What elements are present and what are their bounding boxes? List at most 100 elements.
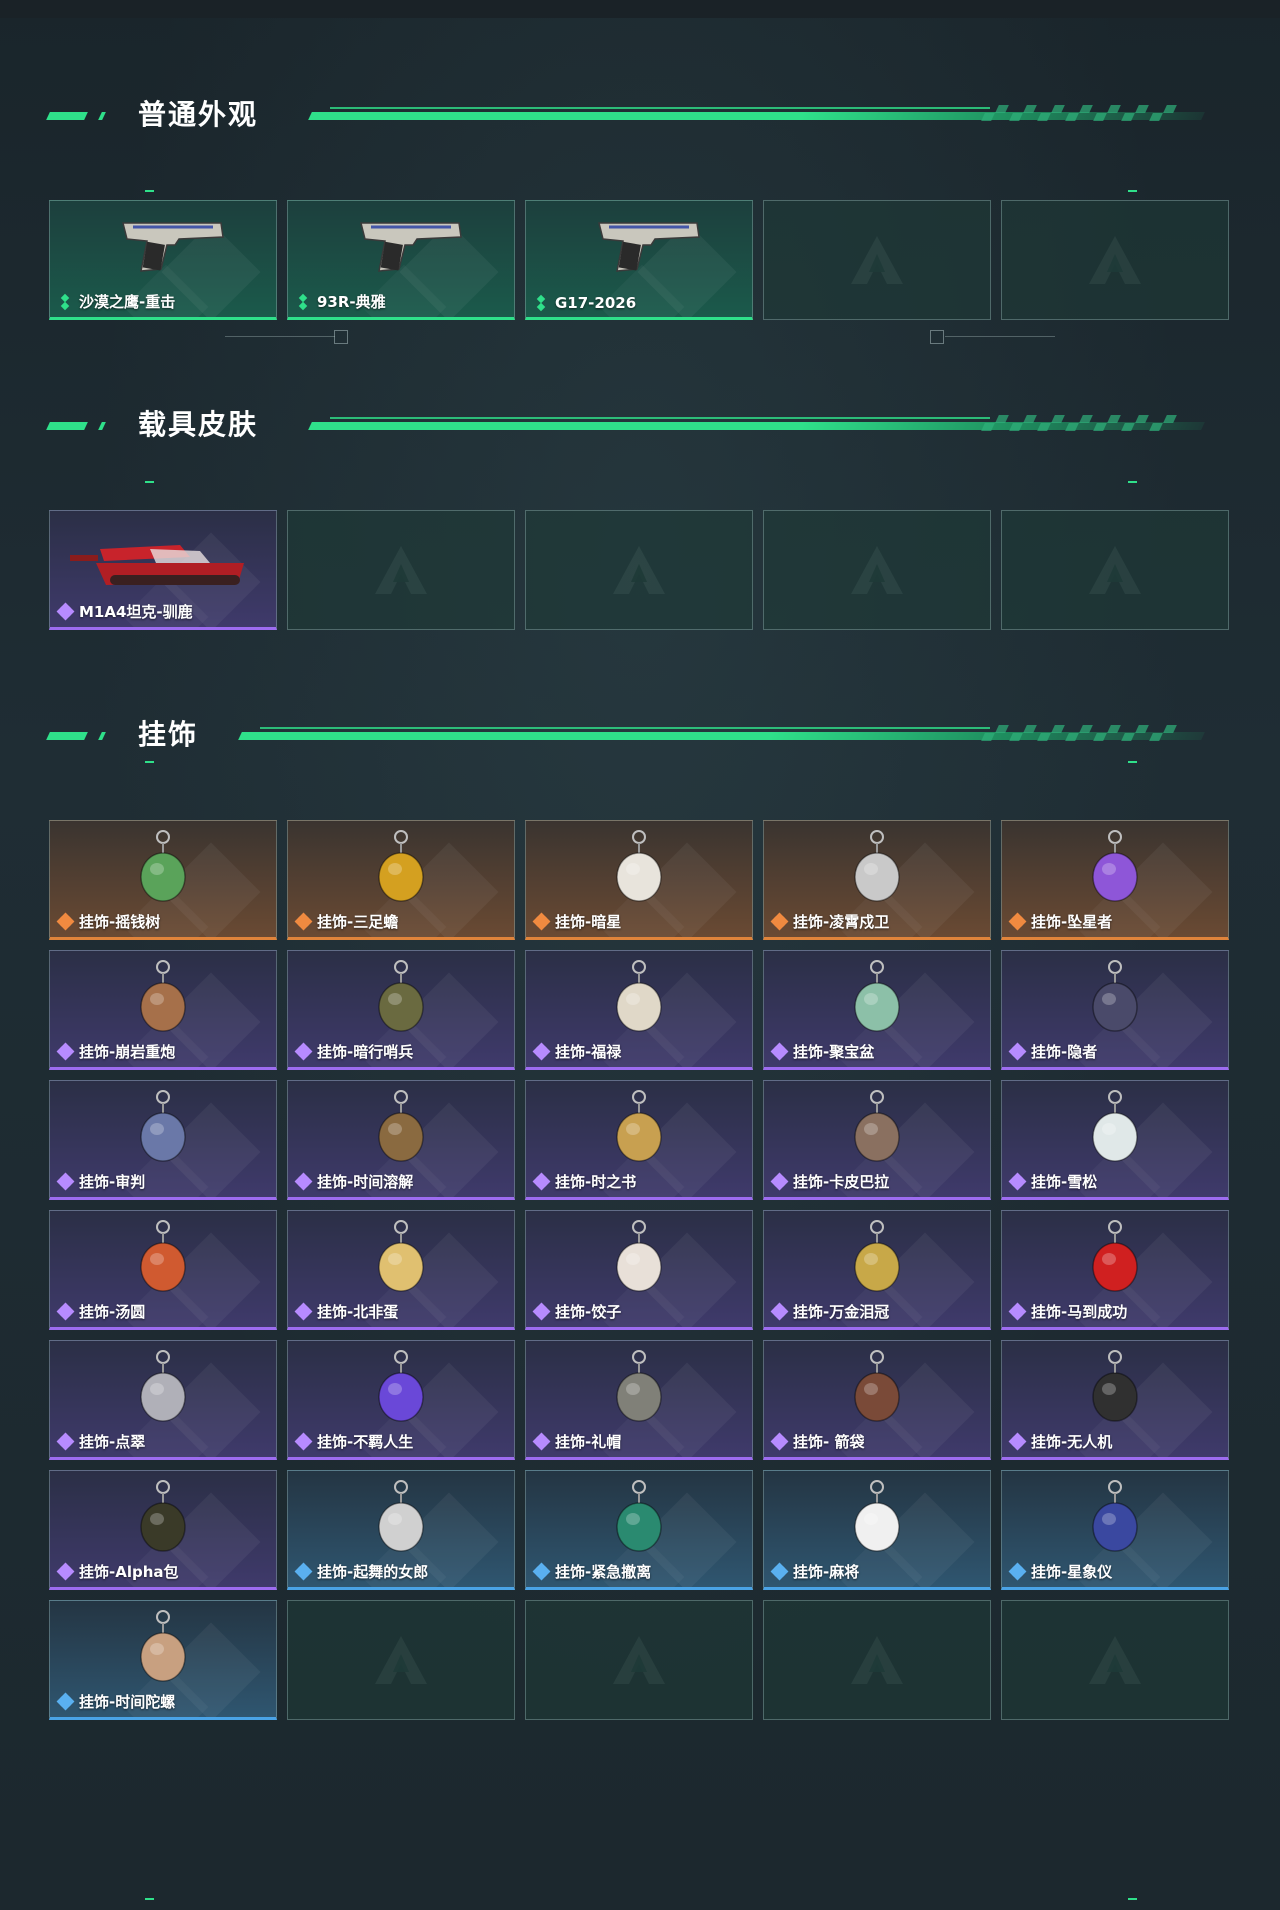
- item-card[interactable]: 挂饰-隐者: [1001, 950, 1229, 1070]
- empty-slot: [1001, 1600, 1229, 1720]
- item-card[interactable]: 挂饰-福禄: [525, 950, 753, 1070]
- rarity-diamond-icon: [56, 1172, 75, 1190]
- item-label: 挂饰-摇钱树: [56, 911, 160, 932]
- rarity-diamond-icon: [1008, 912, 1027, 930]
- charm-icon: [797, 1089, 957, 1169]
- item-card[interactable]: 挂饰-暗行哨兵: [287, 950, 515, 1070]
- item-label: 挂饰-星象仪: [1008, 1561, 1112, 1582]
- item-card[interactable]: 挂饰-崩岩重炮: [49, 950, 277, 1070]
- charm-icon: [83, 959, 243, 1039]
- charm-icon: [797, 1349, 957, 1429]
- rarity-diamond-icon: [532, 1172, 551, 1190]
- empty-slot: [763, 510, 991, 630]
- item-card[interactable]: 挂饰-暗星: [525, 820, 753, 940]
- item-card[interactable]: 挂饰- 箭袋: [763, 1340, 991, 1460]
- header-dash: [46, 422, 88, 430]
- section-header: 普通外观: [46, 87, 1205, 131]
- item-card[interactable]: G17-2026: [525, 200, 753, 320]
- item-card[interactable]: 挂饰-凌霄戍卫: [763, 820, 991, 940]
- item-card[interactable]: M1A4坦克-驯鹿: [49, 510, 277, 630]
- item-name: 挂饰-饺子: [555, 1303, 622, 1321]
- item-card[interactable]: 挂饰-万金泪冠: [763, 1210, 991, 1330]
- corner-tick: [1128, 481, 1137, 483]
- header-thin-line: [330, 107, 990, 109]
- header-dash: [46, 112, 88, 120]
- item-card[interactable]: 挂饰-摇钱树: [49, 820, 277, 940]
- item-card[interactable]: 挂饰-北非蛋: [287, 1210, 515, 1330]
- item-name: 挂饰-汤圆: [79, 1303, 146, 1321]
- item-name: 挂饰-卡皮巴拉: [793, 1173, 890, 1191]
- empty-slot: [525, 1600, 753, 1720]
- item-label: 挂饰-紧急撤离: [532, 1561, 652, 1582]
- rarity-diamond-icon: [1008, 1302, 1027, 1320]
- rarity-diamond-icon: [56, 1692, 75, 1710]
- item-card[interactable]: 挂饰-审判: [49, 1080, 277, 1200]
- item-label: 挂饰-马到成功: [1008, 1301, 1128, 1322]
- charm-icon: [1035, 829, 1195, 909]
- empty-slot: [763, 200, 991, 320]
- item-card[interactable]: 沙漠之鹰-重击: [49, 200, 277, 320]
- charm-icon: [83, 1479, 243, 1559]
- charm-icon: [321, 1219, 481, 1299]
- item-name: 挂饰- 箭袋: [793, 1433, 865, 1451]
- charm-icon: [321, 829, 481, 909]
- item-card[interactable]: 93R-典雅: [287, 200, 515, 320]
- charm-icon: [321, 1349, 481, 1429]
- item-card[interactable]: 挂饰-麻将: [763, 1470, 991, 1590]
- game-logo-icon: [609, 542, 669, 598]
- rarity-diamond-icon: [532, 1042, 551, 1060]
- item-name: 挂饰-礼帽: [555, 1433, 622, 1451]
- item-card[interactable]: 挂饰-无人机: [1001, 1340, 1229, 1460]
- item-label: 挂饰-万金泪冠: [770, 1301, 889, 1322]
- rarity-diamond-icon: [1008, 1042, 1027, 1060]
- item-label: 挂饰-点翠: [56, 1431, 145, 1452]
- item-card[interactable]: 挂饰-雪松: [1001, 1080, 1229, 1200]
- divider-line-right: [945, 336, 1055, 337]
- item-label: 挂饰-时间溶解: [294, 1171, 414, 1192]
- item-label: 93R-典雅: [296, 291, 386, 312]
- item-name: 挂饰-起舞的女郎: [317, 1563, 429, 1581]
- charm-icon: [1035, 1349, 1195, 1429]
- item-card[interactable]: 挂饰-三足蟾: [287, 820, 515, 940]
- item-card[interactable]: 挂饰-点翠: [49, 1340, 277, 1460]
- item-card[interactable]: 挂饰-时间陀螺: [49, 1600, 277, 1720]
- item-card[interactable]: 挂饰-礼帽: [525, 1340, 753, 1460]
- item-card[interactable]: 挂饰-紧急撤离: [525, 1470, 753, 1590]
- game-logo-icon: [371, 542, 431, 598]
- item-card[interactable]: 挂饰-Alpha包: [49, 1470, 277, 1590]
- item-card[interactable]: 挂饰-马到成功: [1001, 1210, 1229, 1330]
- item-card[interactable]: 挂饰-汤圆: [49, 1210, 277, 1330]
- item-name: 挂饰-紧急撤离: [555, 1563, 652, 1581]
- item-card[interactable]: 挂饰-卡皮巴拉: [763, 1080, 991, 1200]
- item-card[interactable]: 挂饰-聚宝盆: [763, 950, 991, 1070]
- header-thin-line: [260, 727, 990, 729]
- header-dash: [98, 732, 106, 740]
- header-checker-pattern: [981, 415, 1183, 431]
- rarity-diamond-icon: [294, 1432, 313, 1450]
- item-card[interactable]: 挂饰-不羁人生: [287, 1340, 515, 1460]
- item-card[interactable]: 挂饰-星象仪: [1001, 1470, 1229, 1590]
- item-name: 挂饰-审判: [79, 1173, 146, 1191]
- item-name: 挂饰-马到成功: [1031, 1303, 1128, 1321]
- item-name: 挂饰-时间溶解: [317, 1173, 414, 1191]
- rarity-diamond-icon: [532, 1562, 551, 1580]
- item-name: 挂饰-不羁人生: [317, 1433, 414, 1451]
- corner-tick: [145, 761, 154, 763]
- item-card[interactable]: 挂饰-起舞的女郎: [287, 1470, 515, 1590]
- item-name: 挂饰-时之书: [555, 1173, 637, 1191]
- empty-slot: [525, 510, 753, 630]
- rarity-diamond-icon: [532, 1432, 551, 1450]
- item-label: 挂饰-起舞的女郎: [294, 1561, 429, 1582]
- item-card[interactable]: 挂饰-坠星者: [1001, 820, 1229, 940]
- item-name: 挂饰-福禄: [555, 1043, 622, 1061]
- game-logo-icon: [847, 232, 907, 288]
- rarity-diamond-icon: [56, 1302, 75, 1320]
- rarity-diamond-icon: [770, 1172, 789, 1190]
- rarity-diamond-icon: [294, 1562, 313, 1580]
- item-card[interactable]: 挂饰-时之书: [525, 1080, 753, 1200]
- item-name: 挂饰-麻将: [793, 1563, 860, 1581]
- item-name: 挂饰-暗星: [555, 913, 622, 931]
- item-card[interactable]: 挂饰-饺子: [525, 1210, 753, 1330]
- item-label: 挂饰-礼帽: [532, 1431, 622, 1452]
- item-card[interactable]: 挂饰-时间溶解: [287, 1080, 515, 1200]
